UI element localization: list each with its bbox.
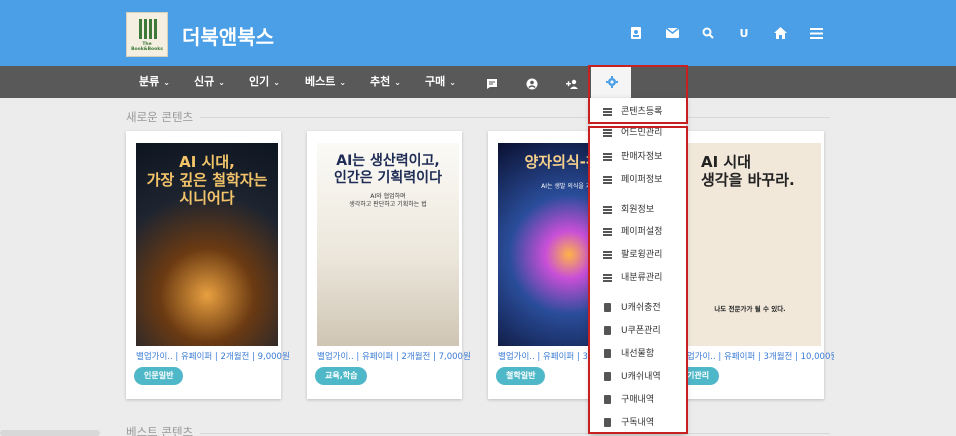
admin-dropdown-menu: 콘텐츠등록 어드민관리 판매자정보 페이퍼정보 회원정보 페이퍼설정 팔로윙관리… bbox=[590, 98, 686, 434]
document-icon bbox=[604, 349, 611, 358]
menu-item-following-manage[interactable]: 팔로윙관리 bbox=[590, 244, 686, 266]
menu-item-paper-settings[interactable]: 페이퍼설정 bbox=[590, 221, 686, 243]
menu-lines-icon bbox=[603, 228, 612, 236]
home-icon[interactable] bbox=[772, 25, 788, 41]
main-nav: 분류 ⌄ 신규 ⌄ 인기 ⌄ 베스트 ⌄ 추천 ⌄ 구매 ⌄ bbox=[0, 66, 956, 98]
menu-lines-icon bbox=[603, 274, 612, 282]
menu-lines-icon bbox=[603, 206, 612, 214]
nav-category[interactable]: 분류 ⌄ bbox=[139, 66, 170, 98]
document-icon bbox=[604, 326, 611, 335]
menu-lines-icon bbox=[603, 176, 612, 184]
category-tag[interactable]: 교육,학습 bbox=[315, 367, 368, 385]
nav-best[interactable]: 베스트 ⌄ bbox=[305, 66, 346, 98]
menu-item-seller-info[interactable]: 판매자정보 bbox=[590, 146, 686, 168]
horizontal-scrollbar[interactable] bbox=[0, 430, 100, 436]
card-meta: 밸업가이.. | 유페이퍼 | 3개월전 | 10,000원 bbox=[679, 352, 834, 362]
category-tag[interactable]: 인문일반 bbox=[134, 367, 184, 385]
section-divider bbox=[200, 117, 590, 118]
section-divider bbox=[686, 117, 830, 118]
search-icon[interactable] bbox=[700, 25, 716, 41]
menu-lines-icon bbox=[603, 153, 612, 161]
chevron-down-icon: ⌄ bbox=[218, 78, 225, 87]
menu-lines-icon bbox=[603, 251, 612, 259]
menu-lines-icon bbox=[603, 108, 612, 116]
nav-purchase[interactable]: 구매 ⌄ bbox=[425, 66, 456, 98]
nav-recommend[interactable]: 추천 ⌄ bbox=[370, 66, 401, 98]
card-meta: 밸업가이.. | 유페이퍼 | 2개월전 | 7,000원 bbox=[317, 352, 471, 362]
menu-item-ucash-charge[interactable]: U캐쉬충전 bbox=[590, 297, 686, 319]
add-user-icon[interactable] bbox=[566, 75, 580, 89]
site-header: The Book&Books 더북앤북스 U bbox=[0, 0, 956, 66]
section-title-new: 새로운 콘텐츠 bbox=[126, 110, 194, 124]
menu-item-purchase-history[interactable]: 구매내역 bbox=[590, 389, 686, 411]
chevron-down-icon: ⌄ bbox=[449, 78, 456, 87]
book-cover[interactable]: AI 시대, 가장 깊은 철학자는 시니어다 bbox=[136, 143, 278, 346]
site-title[interactable]: 더북앤북스 bbox=[182, 21, 274, 50]
menu-item-ucash-history[interactable]: U캐쉬내역 bbox=[590, 366, 686, 388]
section-title-best: 베스트 콘텐츠 bbox=[126, 425, 194, 436]
menu-item-subscription-history[interactable]: 구독내역 bbox=[590, 412, 686, 434]
content-card[interactable]: AI 시대 생각을 바꾸라. 나도 전문가가 될 수 있다. 밸업가이.. | … bbox=[669, 131, 834, 399]
nav-new[interactable]: 신규 ⌄ bbox=[194, 66, 225, 98]
menu-item-ucoupon-manage[interactable]: U쿠폰관리 bbox=[590, 320, 686, 342]
document-icon bbox=[604, 372, 611, 381]
menu-item-gift-box[interactable]: 내선물함 bbox=[590, 343, 686, 365]
contacts-icon[interactable] bbox=[628, 25, 644, 41]
menu-item-admin-manage[interactable]: 어드민관리 bbox=[590, 122, 686, 144]
gear-icon bbox=[606, 76, 618, 88]
nav-popular[interactable]: 인기 ⌄ bbox=[249, 66, 280, 98]
chevron-down-icon: ⌄ bbox=[394, 78, 401, 87]
site-logo[interactable]: The Book&Books bbox=[126, 12, 168, 57]
menu-icon[interactable] bbox=[808, 25, 824, 41]
document-icon bbox=[604, 395, 611, 404]
book-cover[interactable]: AI 시대 생각을 바꾸라. 나도 전문가가 될 수 있다. bbox=[679, 143, 821, 346]
admin-menu-toggle[interactable] bbox=[591, 66, 631, 98]
section-divider bbox=[200, 433, 830, 434]
document-icon bbox=[604, 303, 611, 312]
chevron-down-icon: ⌄ bbox=[339, 78, 347, 87]
menu-item-content-register[interactable]: 콘텐츠등록 bbox=[590, 101, 686, 123]
logo-text: The Book&Books bbox=[131, 42, 163, 52]
menu-lines-icon bbox=[603, 129, 612, 137]
mail-icon[interactable] bbox=[664, 25, 680, 41]
u-icon[interactable]: U bbox=[736, 25, 752, 41]
card-meta: 밸업가이.. | 유페이퍼 | 2개월전 | 9,000원 bbox=[136, 352, 290, 362]
menu-item-paper-info[interactable]: 페이퍼정보 bbox=[590, 169, 686, 191]
user-icon[interactable] bbox=[526, 75, 540, 90]
content-card[interactable]: AI 시대, 가장 깊은 철학자는 시니어다 밸업가이.. | 유페이퍼 | 2… bbox=[126, 131, 290, 399]
chat-icon[interactable] bbox=[486, 75, 500, 89]
chevron-down-icon: ⌄ bbox=[273, 78, 280, 87]
chevron-down-icon: ⌄ bbox=[163, 78, 170, 87]
book-cover[interactable]: AI는 생산력이고, 인간은 기획력이다 AI와 협업하며 생각하고 판단하고 … bbox=[317, 143, 459, 346]
category-tag[interactable]: 철학일반 bbox=[496, 367, 546, 385]
menu-item-my-category[interactable]: 내분류관리 bbox=[590, 267, 686, 289]
content-card[interactable]: AI는 생산력이고, 인간은 기획력이다 AI와 협업하며 생각하고 판단하고 … bbox=[307, 131, 471, 399]
document-icon bbox=[604, 418, 611, 427]
menu-item-member-info[interactable]: 회원정보 bbox=[590, 199, 686, 221]
